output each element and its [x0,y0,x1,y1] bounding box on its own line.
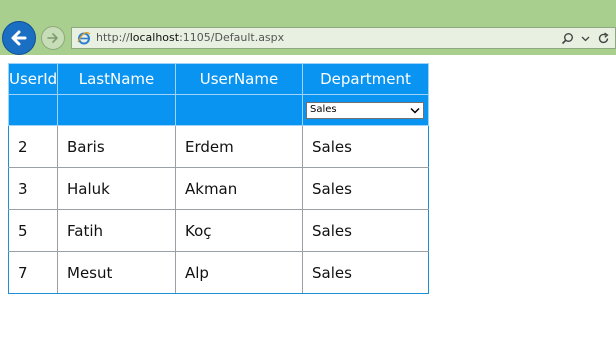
cell-username: Alp [175,251,303,294]
search-icon[interactable] [559,30,575,46]
cell-userid: 5 [8,209,58,252]
filter-cell-userid [8,94,58,126]
cell-lastname: Baris [57,125,176,168]
department-filter-value: Sales [310,103,337,115]
cell-username: Akman [175,167,303,210]
grid-filter-row: Sales [8,94,429,126]
back-button[interactable] [2,21,36,55]
cell-department: Sales [302,251,429,294]
column-header-userid[interactable]: UserId [8,63,58,95]
table-row: 3 Haluk Akman Sales [8,167,429,210]
cell-lastname: Fatih [57,209,176,252]
filter-cell-lastname [57,94,176,126]
users-grid: UserId LastName UserName Department Sale… [8,63,429,294]
column-header-username[interactable]: UserName [175,63,303,95]
forward-button[interactable] [41,26,65,50]
address-bar[interactable]: http://localhost:1105/Default.aspx [71,27,616,49]
cell-userid: 7 [8,251,58,294]
cell-userid: 3 [8,167,58,210]
forward-arrow-icon [47,33,58,43]
cell-department: Sales [302,209,429,252]
department-filter-select[interactable]: Sales [306,101,424,119]
table-row: 2 Baris Erdem Sales [8,125,429,168]
cell-username: Erdem [175,125,303,168]
table-row: 5 Fatih Koç Sales [8,209,429,252]
filter-cell-department: Sales [302,94,429,126]
cell-userid: 2 [8,125,58,168]
column-header-lastname[interactable]: LastName [57,63,176,95]
cell-username: Koç [175,209,303,252]
grid-header-row: UserId LastName UserName Department [8,63,429,95]
url-host: localhost [129,31,180,44]
ie-page-icon [77,32,91,45]
cell-lastname: Haluk [57,167,176,210]
refresh-icon[interactable] [595,30,611,46]
back-arrow-icon [11,30,27,46]
url-prefix: http:// [96,31,130,44]
browser-chrome: http://localhost:1105/Default.aspx [0,0,616,55]
cell-lastname: Mesut [57,251,176,294]
column-header-department[interactable]: Department [302,63,429,95]
url-path: :1105/Default.aspx [179,31,285,44]
cell-department: Sales [302,167,429,210]
chevron-down-icon[interactable] [577,30,593,46]
url-text: http://localhost:1105/Default.aspx [96,31,284,44]
chevron-down-icon [408,104,422,117]
table-row: 7 Mesut Alp Sales [8,251,429,294]
cell-department: Sales [302,125,429,168]
filter-cell-username [175,94,303,126]
address-bar-tools [559,30,611,46]
